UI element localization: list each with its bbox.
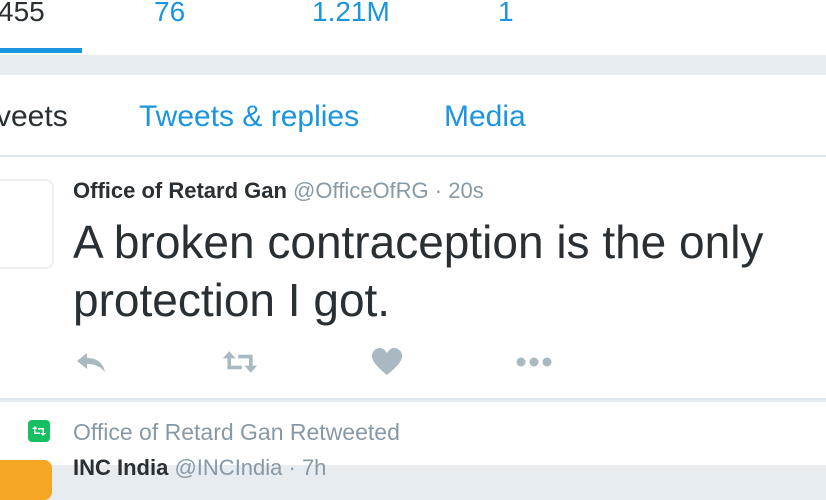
- like-button[interactable]: [369, 347, 405, 377]
- more-icon: [516, 357, 552, 367]
- author-handle[interactable]: @OfficeOfRG: [293, 178, 429, 203]
- stat-likes-count[interactable]: 1: [498, 0, 514, 30]
- next-tweet-author[interactable]: INC India: [73, 455, 168, 480]
- tab-media[interactable]: Media: [444, 99, 526, 135]
- reply-icon: [77, 353, 105, 372]
- retweet-icon: [222, 351, 258, 373]
- reply-button[interactable]: [73, 347, 109, 377]
- tweet-text: A broken contraception is the only prote…: [73, 216, 764, 326]
- stat-followers-count[interactable]: 1.21M: [312, 0, 390, 30]
- profile-tabs: veets Tweets & replies Media: [0, 75, 826, 157]
- like-icon: [372, 348, 402, 375]
- stat-tweets-count[interactable]: 455: [0, 0, 45, 30]
- next-tweet-handle[interactable]: @INCIndia · 7h: [174, 455, 326, 480]
- tab-tweets[interactable]: veets: [0, 99, 68, 135]
- more-button[interactable]: [516, 347, 552, 377]
- retweet-badge-icon: [28, 420, 50, 442]
- tab-tweets-and-replies[interactable]: Tweets & replies: [139, 99, 359, 135]
- tweet-header: Office of Retard Gan @OfficeOfRG · 20s: [73, 177, 484, 205]
- avatar[interactable]: [0, 179, 54, 269]
- retweet-button[interactable]: [222, 347, 258, 377]
- active-stat-indicator: [0, 48, 82, 53]
- profile-stats-bar: 455 76 1.21M 1: [0, 0, 826, 55]
- next-tweet-avatar[interactable]: [0, 460, 52, 500]
- retweet-context-row[interactable]: Office of Retard Gan Retweeted INC India…: [0, 402, 826, 500]
- separator-dot: ·: [434, 178, 443, 203]
- stat-following-count[interactable]: 76: [154, 0, 185, 30]
- tweet-card[interactable]: Office of Retard Gan @OfficeOfRG · 20s A…: [0, 157, 826, 400]
- next-tweet-header: INC India @INCIndia · 7h: [73, 454, 326, 482]
- retweet-context-text[interactable]: Office of Retard Gan Retweeted: [73, 418, 400, 446]
- author-name[interactable]: Office of Retard Gan: [73, 178, 287, 203]
- tweet-timestamp[interactable]: 20s: [448, 178, 483, 203]
